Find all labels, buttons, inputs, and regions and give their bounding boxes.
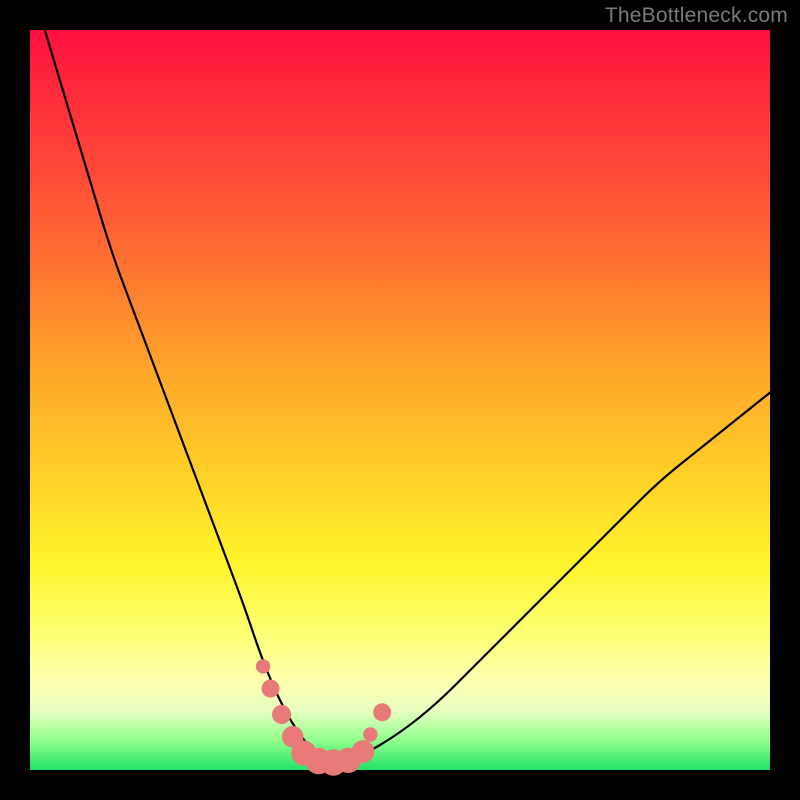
- chart-frame: TheBottleneck.com: [0, 0, 800, 800]
- marker-dot: [373, 703, 391, 721]
- marker-dot: [256, 659, 270, 673]
- watermark-text: TheBottleneck.com: [605, 4, 788, 28]
- plot-area: [30, 30, 770, 770]
- marker-dot: [352, 740, 375, 763]
- marker-dot: [272, 705, 291, 724]
- highlighted-range-markers: [256, 659, 391, 776]
- bottleneck-curve-line: [45, 30, 770, 761]
- bottleneck-curve-svg: [30, 30, 770, 770]
- marker-dot: [363, 727, 377, 741]
- marker-dot: [262, 680, 280, 698]
